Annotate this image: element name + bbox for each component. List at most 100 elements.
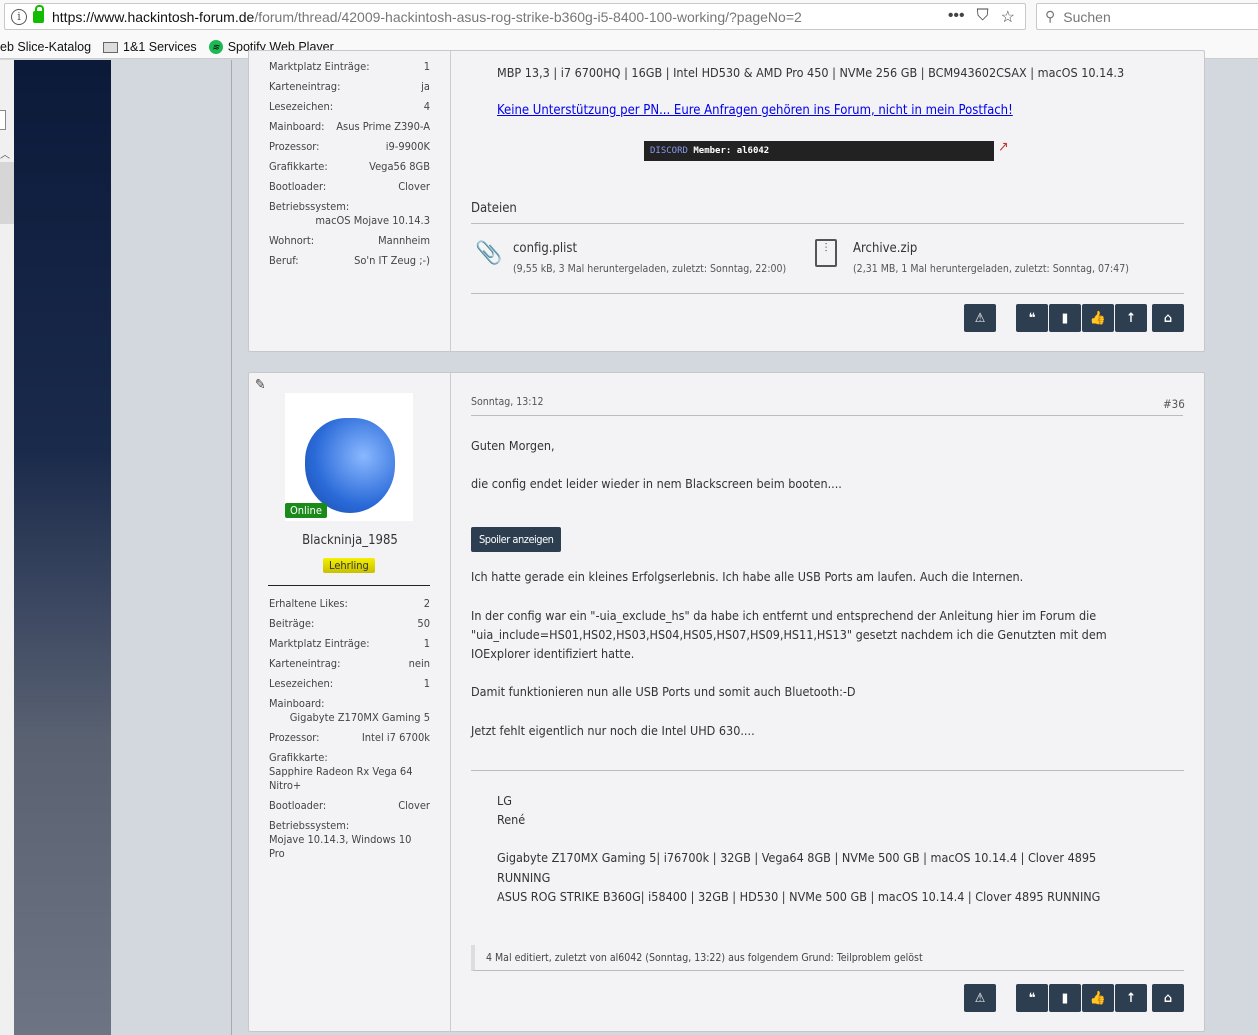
file-meta: (2,31 MB, 1 Mal heruntergeladen, zuletzt… (853, 263, 1129, 275)
profile-field: Prozessor: i9-9900K (269, 140, 430, 160)
signature-line: RUNNING (497, 870, 551, 885)
background-image (14, 60, 111, 1035)
discord-banner[interactable]: DISCORD Member: al6042 (644, 141, 994, 161)
url-path: /forum/thread/42009-hackintosh-asus-rog-… (254, 8, 802, 25)
signature-link[interactable]: Keine Unterstützung per PN... Eure Anfra… (497, 103, 1013, 118)
post-date[interactable]: Sonntag, 13:12 (471, 396, 543, 408)
profile-field: Bootloader: Clover (269, 799, 430, 819)
report-button[interactable]: ⚠ (964, 304, 996, 332)
field-value: 1 (423, 60, 430, 73)
field-label: Marktplatz Einträge: (269, 60, 370, 73)
info-icon[interactable]: i (11, 8, 27, 25)
input-box[interactable] (0, 110, 6, 130)
field-label: Beruf: (269, 254, 299, 267)
field-label: Grafikkarte: (269, 751, 328, 764)
field-label: Prozessor: (269, 731, 320, 744)
field-value: 1 (423, 677, 430, 690)
external-link-icon[interactable]: ↗ (998, 139, 1009, 155)
bookmark-label: eb Slice-Katalog (0, 40, 92, 54)
report-button[interactable]: ⚠ (964, 984, 996, 1012)
paperclip-icon: 📎 (475, 241, 503, 266)
field-value: Mojave 10.14.3, Windows 10 Pro (269, 833, 412, 860)
like-button[interactable]: 👍 (1082, 984, 1114, 1012)
post-actions: ⚠ ❝ ▮ 👍 ↑ ⌂ (963, 984, 1184, 1012)
left-panel: ︿ (0, 60, 14, 1035)
more-icon[interactable]: ••• (948, 7, 965, 27)
profile-field: Mainboard: Asus Prime Z390-A (269, 120, 430, 140)
pocket-icon[interactable]: ⛉ (977, 7, 989, 27)
field-label: Lesezeichen: (269, 100, 334, 113)
post-paragraph: In der config war ein "-uia_exclude_hs" … (471, 608, 1097, 623)
bookmark-button[interactable]: ▮ (1049, 984, 1081, 1012)
bookmark-slice[interactable]: eb Slice-Katalog (0, 40, 91, 54)
field-value: So'n IT Zeug ;-) (354, 254, 430, 267)
like-button[interactable]: 👍 (1082, 304, 1114, 332)
scroll-top-button[interactable]: ↑ (1115, 304, 1147, 332)
field-label: Betriebssystem: (269, 819, 350, 832)
edit-icon[interactable]: ✎ (255, 377, 266, 393)
profile-field: Bootloader: Clover (269, 180, 430, 200)
bookmark-1und1[interactable]: 1&1 Services (103, 40, 197, 54)
files-title: Dateien (471, 201, 517, 216)
lock-icon (33, 4, 44, 23)
user-sidebar: Marktplatz Einträge: 1 Karteneintrag: ja Les… (249, 51, 451, 351)
search-placeholder: Suchen (1063, 8, 1111, 25)
post-paragraph: "uia_include=HS01,HS02,HS03,HS04,HS05,HS… (471, 627, 1107, 642)
field-value: 1 (423, 637, 430, 650)
field-value: 50 (417, 617, 430, 630)
divider (471, 415, 1183, 416)
field-value: ja (421, 80, 430, 93)
username[interactable]: Blackninja_1985 (249, 533, 451, 548)
profile-field: Wohnort: Mannheim (269, 234, 430, 254)
profile-field: Beruf: So'n IT Zeug ;-) (269, 254, 430, 274)
field-label: Lesezeichen: (269, 677, 334, 690)
field-value: Intel i7 6700k (361, 731, 430, 744)
divider (471, 293, 1184, 294)
url-bar[interactable]: i https://www.hackintosh-forum.de/forum/… (4, 3, 1026, 30)
post-content: Sonntag, 13:12 #36 Guten Morgen, die con… (471, 373, 1185, 1031)
post-paragraph: IOExplorer identifiziert hatte. (471, 646, 635, 661)
quote-button[interactable]: ❝ (1016, 984, 1048, 1012)
zip-file-icon: ⫶ (815, 239, 837, 267)
file-link-config[interactable]: config.plist (513, 241, 577, 256)
post-previous: Marktplatz Einträge: 1 Karteneintrag: ja Les… (248, 50, 1205, 352)
search-input[interactable]: ⚲ Suchen (1036, 3, 1258, 30)
rank-badge: Lehrling (323, 558, 375, 573)
home-button[interactable]: ⌂ (1152, 984, 1184, 1012)
spoiler-button[interactable]: Spoiler anzeigen (471, 527, 562, 552)
post-36: ✎ Online Blackninja_1985 Lehrling Erhalt… (248, 372, 1205, 1032)
scrollbar-thumb[interactable] (0, 162, 14, 224)
file-link-archive[interactable]: Archive.zip (853, 241, 917, 256)
field-value: i9-9900K (385, 140, 430, 153)
post-paragraph: die config endet leider wieder in nem Bl… (471, 476, 842, 491)
field-value: Clover (398, 799, 430, 812)
star-icon[interactable]: ☆ (1001, 7, 1015, 27)
profile-field: Mainboard: Gigabyte Z170MX Gaming 5 (269, 697, 430, 725)
url-host: https://www.hackintosh-forum.de (52, 8, 255, 25)
field-label: Karteneintrag: (269, 657, 341, 670)
post-paragraph: Jetzt fehlt eigentlich nur noch die Inte… (471, 723, 755, 738)
scroll-up-icon[interactable]: ︿ (0, 146, 10, 161)
post-paragraph: Ich hatte gerade ein kleines Erfolgserle… (471, 569, 1024, 584)
post-number[interactable]: #36 (1163, 397, 1185, 411)
field-value: Asus Prime Z390-A (336, 120, 430, 133)
scroll-top-button[interactable]: ↑ (1115, 984, 1147, 1012)
field-value: Clover (398, 180, 430, 193)
field-label: Mainboard: (269, 697, 325, 710)
bookmark-button[interactable]: ▮ (1049, 304, 1081, 332)
profile-field: Marktplatz Einträge: 1 (269, 637, 430, 657)
discord-member: Member: al6042 (693, 146, 770, 156)
field-label: Prozessor: (269, 140, 320, 153)
field-label: Karteneintrag: (269, 80, 341, 93)
field-value: 4 (423, 100, 430, 113)
profile-field: Grafikkarte: Vega56 8GB (269, 160, 430, 180)
divider (268, 585, 430, 586)
avatar[interactable]: Online (285, 393, 413, 521)
post-paragraph: Damit funktionieren nun alle USB Ports u… (471, 684, 856, 699)
quote-button[interactable]: ❝ (1016, 304, 1048, 332)
field-label: Wohnort: (269, 234, 315, 247)
signature-text: MBP 13,3 | i7 6700HQ | 16GB | Intel HD53… (497, 65, 1125, 80)
discord-label: DISCORD (650, 146, 688, 156)
home-button[interactable]: ⌂ (1152, 304, 1184, 332)
profile-field: Karteneintrag: ja (269, 80, 430, 100)
